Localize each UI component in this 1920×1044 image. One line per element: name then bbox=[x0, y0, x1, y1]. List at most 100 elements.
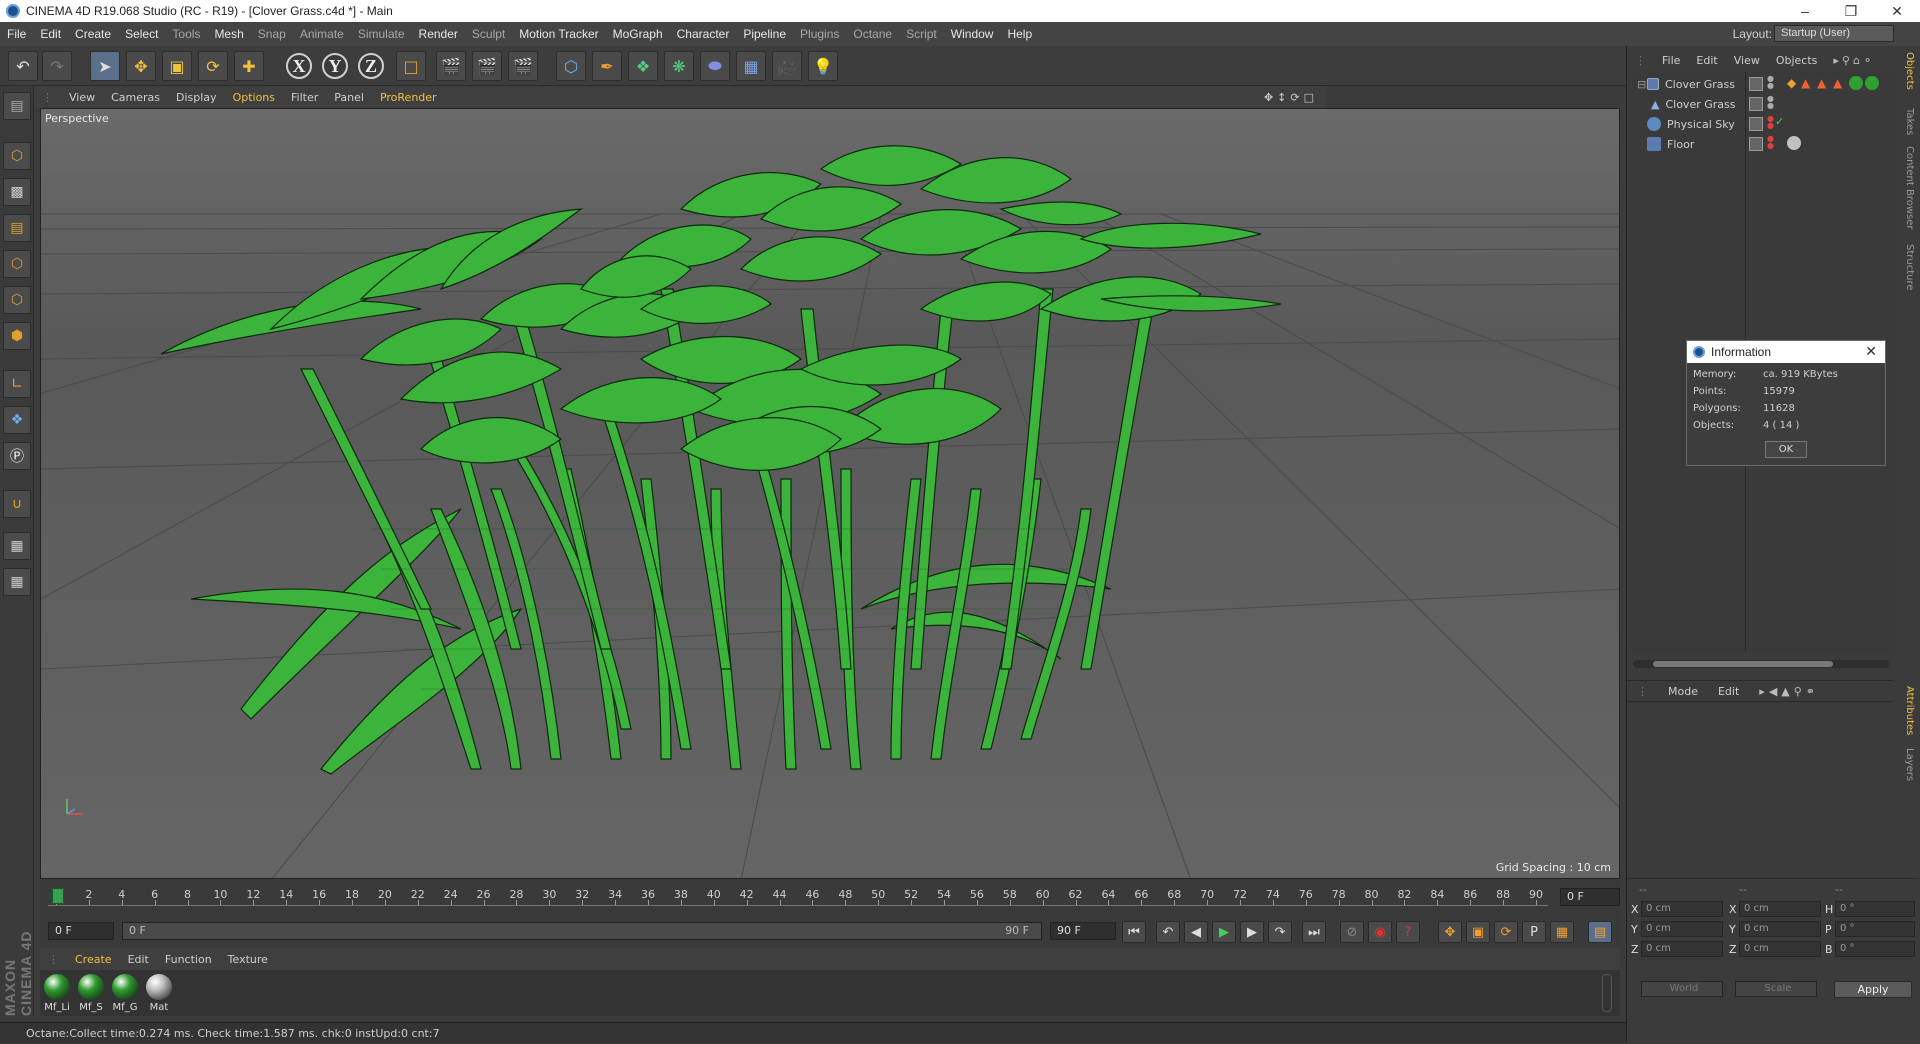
pos-x-field[interactable]: 0 cm bbox=[1641, 901, 1723, 917]
render-settings-button[interactable]: 🎬 bbox=[508, 51, 538, 81]
render-view-button[interactable]: 🎬 bbox=[436, 51, 466, 81]
material-tag-icon[interactable] bbox=[1849, 76, 1863, 90]
menu-mograph[interactable]: MoGraph bbox=[606, 27, 670, 41]
tab-attributes[interactable]: Attributes bbox=[1899, 686, 1915, 735]
next-frame-button[interactable]: ▶ bbox=[1240, 921, 1264, 943]
floor-object-button[interactable]: ▦ bbox=[736, 51, 766, 81]
om-tool-icons[interactable]: ▸⚲⌂⚬ bbox=[1825, 54, 1883, 67]
layer-toggle[interactable] bbox=[1749, 117, 1763, 131]
redo-button[interactable]: ↷ bbox=[42, 51, 72, 81]
live-selection-button[interactable]: ➤ bbox=[90, 51, 120, 81]
pen-spline-button[interactable]: ✒ bbox=[592, 51, 622, 81]
viewport-menu-filter[interactable]: Filter bbox=[283, 91, 326, 104]
size-x-field[interactable]: 0 cm bbox=[1739, 901, 1821, 917]
viewport-menu-prorender[interactable]: ProRender bbox=[372, 91, 445, 104]
om-horizontal-scrollbar[interactable] bbox=[1633, 660, 1889, 668]
frame-ruler[interactable]: 0246810121416182022242628303234363840424… bbox=[48, 886, 1548, 906]
visibility-dots[interactable]: ● ● bbox=[1767, 95, 1781, 110]
menu-animate[interactable]: Animate bbox=[293, 27, 351, 41]
pos-z-field[interactable]: 0 cm bbox=[1641, 941, 1723, 957]
goto-end-button[interactable]: ⏭ bbox=[1302, 921, 1326, 943]
x-axis-lock-button[interactable]: X bbox=[286, 53, 312, 79]
selection-tag-icon[interactable]: ▲ bbox=[1833, 76, 1847, 90]
play-forward-button[interactable]: ▶ bbox=[1212, 921, 1236, 943]
polygons-mode-button[interactable]: ⬢ bbox=[3, 322, 31, 350]
timeline-window-button[interactable]: ▤ bbox=[1588, 921, 1612, 943]
key-scale-button[interactable]: ▣ bbox=[1466, 921, 1490, 943]
edges-mode-button[interactable]: ⬡ bbox=[3, 286, 31, 314]
material-scrollbar[interactable] bbox=[1602, 974, 1612, 1012]
menu-help[interactable]: Help bbox=[1000, 27, 1039, 41]
tab-takes[interactable]: Takes bbox=[1899, 108, 1915, 135]
end-frame-field[interactable]: 90 F bbox=[1050, 922, 1116, 940]
menu-select[interactable]: Select bbox=[118, 27, 165, 41]
dialog-ok-button[interactable]: OK bbox=[1765, 441, 1807, 458]
layout-dropdown[interactable]: Startup (User) bbox=[1774, 25, 1894, 42]
y-axis-lock-button[interactable]: Y bbox=[322, 53, 348, 79]
mograph-cloner-button[interactable]: ❋ bbox=[664, 51, 694, 81]
viewport-menu-panel[interactable]: Panel bbox=[326, 91, 372, 104]
object-row-floor[interactable]: Floor bbox=[1637, 134, 1893, 154]
viewport-menu-view[interactable]: View bbox=[61, 91, 103, 104]
coordinate-system-button[interactable]: □ bbox=[396, 51, 426, 81]
menu-create[interactable]: Create bbox=[68, 27, 118, 41]
attr-menu-mode[interactable]: Mode bbox=[1658, 685, 1708, 698]
enabled-check-icon[interactable]: ✓ bbox=[1775, 115, 1789, 129]
key-parameter-button[interactable]: P bbox=[1522, 921, 1546, 943]
rot-b-field[interactable]: 0 ° bbox=[1835, 941, 1915, 957]
layer-toggle[interactable] bbox=[1749, 137, 1763, 151]
tweak-mode-button[interactable]: ❖ bbox=[3, 406, 31, 434]
menu-motion-tracker[interactable]: Motion Tracker bbox=[512, 27, 605, 41]
camera-object-button[interactable]: 🎥 bbox=[772, 51, 802, 81]
material-menu-texture[interactable]: Texture bbox=[220, 953, 276, 966]
selection-tag-icon[interactable]: ▲ bbox=[1801, 76, 1815, 90]
workplane-lock-button[interactable]: ▦ bbox=[3, 532, 31, 560]
dialog-close-icon[interactable]: ✕ bbox=[1865, 343, 1877, 360]
material-item[interactable]: Mat bbox=[144, 972, 174, 1013]
restore-button[interactable]: ❐ bbox=[1828, 0, 1874, 22]
attr-nav-icons[interactable]: ▸◀▲⚲⚭ bbox=[1749, 685, 1829, 698]
render-picture-viewer-button[interactable]: 🎬 bbox=[472, 51, 502, 81]
autokeying-button[interactable]: ◉ bbox=[1368, 921, 1392, 943]
previous-frame-button[interactable]: ◀ bbox=[1184, 921, 1208, 943]
rot-h-field[interactable]: 0 ° bbox=[1835, 901, 1915, 917]
workplane-align-button[interactable]: ▦ bbox=[3, 568, 31, 596]
coordinate-space-dropdown[interactable]: World bbox=[1641, 981, 1723, 997]
cube-object-button[interactable]: ⬡ bbox=[556, 51, 586, 81]
timeline-ruler[interactable]: 0246810121416182022242628303234363840424… bbox=[40, 880, 1620, 914]
om-menu-view[interactable]: View bbox=[1726, 54, 1768, 67]
material-menu-edit[interactable]: Edit bbox=[120, 953, 157, 966]
attr-menu-edit[interactable]: Edit bbox=[1708, 685, 1749, 698]
scale-tool-button[interactable]: ▣ bbox=[162, 51, 192, 81]
material-menu-create[interactable]: Create bbox=[67, 953, 120, 966]
previous-key-button[interactable]: ↶ bbox=[1156, 921, 1180, 943]
tab-content-browser[interactable]: Content Browser bbox=[1899, 146, 1915, 229]
visibility-dots[interactable]: ● ● bbox=[1767, 135, 1781, 150]
move-tool-button[interactable]: ✥ bbox=[126, 51, 156, 81]
model-mode-button[interactable]: ⬡ bbox=[3, 142, 31, 170]
subdivision-surface-button[interactable]: ❖ bbox=[628, 51, 658, 81]
layer-toggle[interactable] bbox=[1749, 77, 1763, 91]
goto-start-button[interactable]: ⏮ bbox=[1122, 921, 1146, 943]
menu-plugins[interactable]: Plugins bbox=[793, 27, 846, 41]
record-keys-button[interactable]: ⊘ bbox=[1340, 921, 1364, 943]
menu-snap[interactable]: Snap bbox=[251, 27, 293, 41]
material-item[interactable]: Mf_S bbox=[76, 972, 106, 1013]
selection-tag-icon[interactable]: ▲ bbox=[1817, 76, 1831, 90]
material-tag-icon[interactable] bbox=[1787, 136, 1801, 150]
minimize-button[interactable]: – bbox=[1782, 0, 1828, 22]
undo-button[interactable]: ↶ bbox=[8, 51, 38, 81]
size-mode-dropdown[interactable]: Scale bbox=[1735, 981, 1817, 997]
viewport-menu-cameras[interactable]: Cameras bbox=[103, 91, 168, 104]
size-z-field[interactable]: 0 cm bbox=[1739, 941, 1821, 957]
menu-pipeline[interactable]: Pipeline bbox=[736, 27, 793, 41]
visibility-dots[interactable]: ● ● bbox=[1767, 75, 1781, 90]
deformer-button[interactable]: ⬬ bbox=[700, 51, 730, 81]
snap-button[interactable]: ∪ bbox=[3, 490, 31, 518]
material-item[interactable]: Mf_Li bbox=[42, 972, 72, 1013]
playhead-marker[interactable] bbox=[52, 888, 64, 904]
menu-window[interactable]: Window bbox=[944, 27, 1001, 41]
transform-tool-button[interactable]: ✚ bbox=[234, 51, 264, 81]
object-row-physical-sky[interactable]: Physical Sky bbox=[1637, 114, 1893, 134]
om-menu-edit[interactable]: Edit bbox=[1688, 54, 1725, 67]
